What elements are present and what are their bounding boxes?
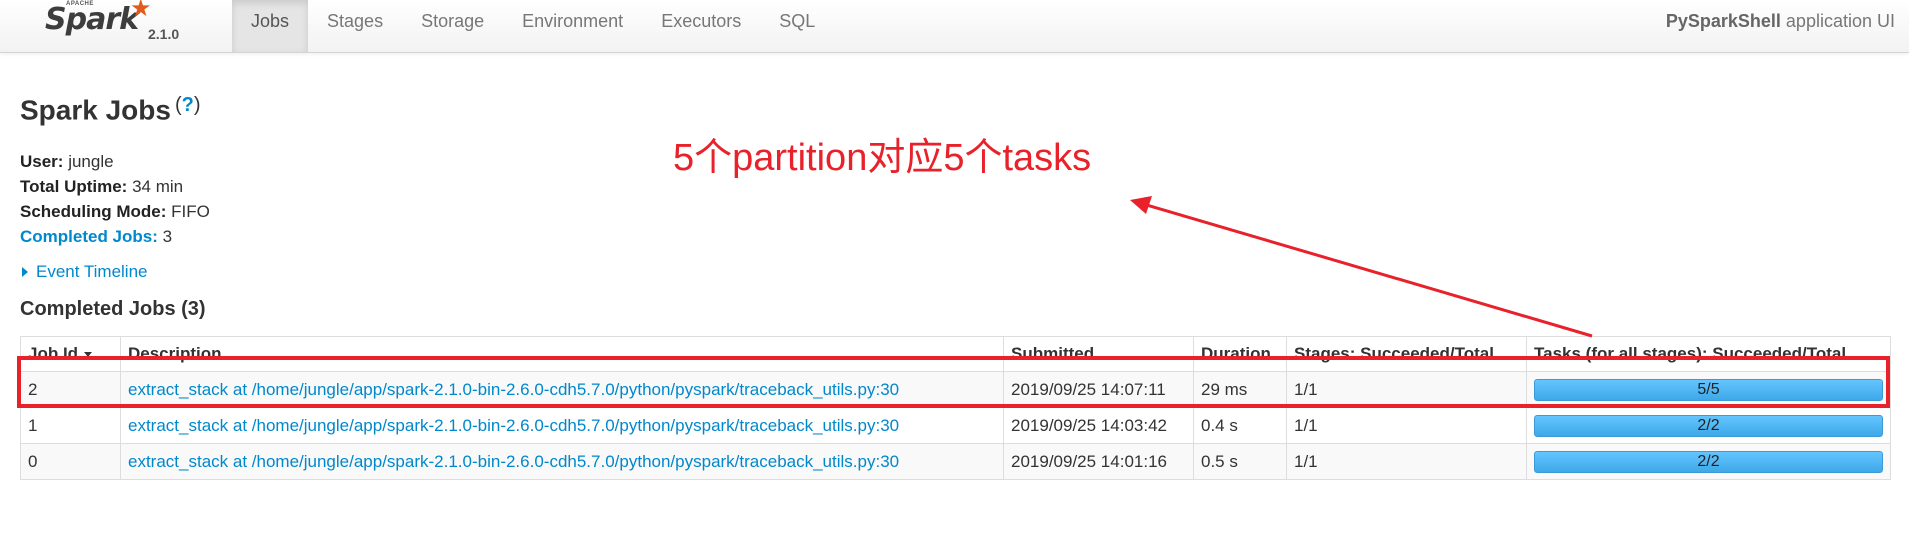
tasks-progress-bar: 2/2 <box>1534 450 1883 473</box>
table-row: 0 extract_stack at /home/jungle/app/spar… <box>20 443 1891 480</box>
nav-tabs: Jobs Stages Storage Environment Executor… <box>232 0 834 52</box>
scheduling-label: Scheduling Mode: <box>20 202 167 221</box>
page-title: Spark Jobs (?) <box>20 92 201 126</box>
application-name: PySparkShell application UI <box>1666 0 1895 42</box>
job-tasks: 2/2 <box>1526 443 1891 480</box>
tab-storage[interactable]: Storage <box>402 0 503 52</box>
spark-logo[interactable]: APACHE Spark ★ 2.1.0 <box>44 0 214 52</box>
tab-executors[interactable]: Executors <box>642 0 760 52</box>
completed-value: 3 <box>157 227 173 246</box>
tasks-progress-text: 2/2 <box>1697 416 1720 434</box>
job-submitted: 2019/09/25 14:03:42 <box>1003 407 1194 444</box>
summary-list: User: jungle Total Uptime: 34 min Schedu… <box>20 149 210 249</box>
tasks-progress-bar: 2/2 <box>1534 414 1883 437</box>
job-description-link[interactable]: extract_stack at /home/jungle/app/spark-… <box>128 416 899 435</box>
job-description: extract_stack at /home/jungle/app/spark-… <box>120 407 1004 444</box>
app-name-bold: PySparkShell <box>1665 11 1781 31</box>
event-timeline-toggle[interactable]: Event Timeline <box>22 262 148 282</box>
logo-spark-text: Spark <box>45 2 139 37</box>
page-title-text: Spark Jobs <box>20 94 171 126</box>
uptime-label: Total Uptime: <box>20 177 128 196</box>
tab-jobs[interactable]: Jobs <box>232 0 309 52</box>
tab-environment[interactable]: Environment <box>503 0 642 52</box>
help-paren-open: ( <box>174 94 182 116</box>
tasks-progress-text: 2/2 <box>1697 452 1720 470</box>
job-stages: 1/1 <box>1286 407 1527 444</box>
job-description: extract_stack at /home/jungle/app/spark-… <box>120 443 1004 480</box>
table-row: 1 extract_stack at /home/jungle/app/spar… <box>20 407 1891 444</box>
completed-jobs-heading: Completed Jobs (3) <box>20 298 206 320</box>
job-stages: 1/1 <box>1286 443 1527 480</box>
event-timeline-label: Event Timeline <box>36 262 148 281</box>
tab-stages[interactable]: Stages <box>308 0 402 52</box>
summary-user: User: jungle <box>20 149 210 174</box>
annotation-text: 5个partition对应5个tasks <box>673 137 1092 179</box>
help-link[interactable]: (?) <box>175 94 201 116</box>
job-description-link[interactable]: extract_stack at /home/jungle/app/spark-… <box>128 452 899 471</box>
summary-completed: Completed Jobs: 3 <box>20 224 210 249</box>
summary-uptime: Total Uptime: 34 min <box>20 174 210 199</box>
job-id: 1 <box>20 407 121 444</box>
caret-right-icon <box>22 267 28 277</box>
arrow-head <box>1130 196 1152 214</box>
help-paren-close: ) <box>193 94 201 116</box>
app-name-suffix: application UI <box>1780 11 1895 31</box>
top-navbar: APACHE Spark ★ 2.1.0 Jobs Stages Storage… <box>0 0 1909 53</box>
completed-jobs-link[interactable]: Completed Jobs: <box>20 227 158 246</box>
arrow-line <box>1139 201 1593 338</box>
spark-star-icon: ★ <box>130 0 152 22</box>
job-id: 0 <box>20 443 121 480</box>
job-duration: 0.5 s <box>1193 443 1287 480</box>
spark-version: 2.1.0 <box>148 26 180 42</box>
job-submitted: 2019/09/25 14:01:16 <box>1003 443 1194 480</box>
job-duration: 0.4 s <box>1193 407 1287 444</box>
user-value: jungle <box>63 152 114 171</box>
help-icon[interactable]: ? <box>182 94 194 116</box>
summary-scheduling: Scheduling Mode: FIFO <box>20 199 210 224</box>
job-tasks: 2/2 <box>1526 407 1891 444</box>
annotation-highlight-box <box>17 356 1890 408</box>
tab-sql[interactable]: SQL <box>760 0 834 52</box>
user-label: User: <box>20 152 64 171</box>
uptime-value: 34 min <box>127 177 184 196</box>
completed-label: Completed Jobs: <box>20 227 158 246</box>
scheduling-value: FIFO <box>166 202 210 221</box>
